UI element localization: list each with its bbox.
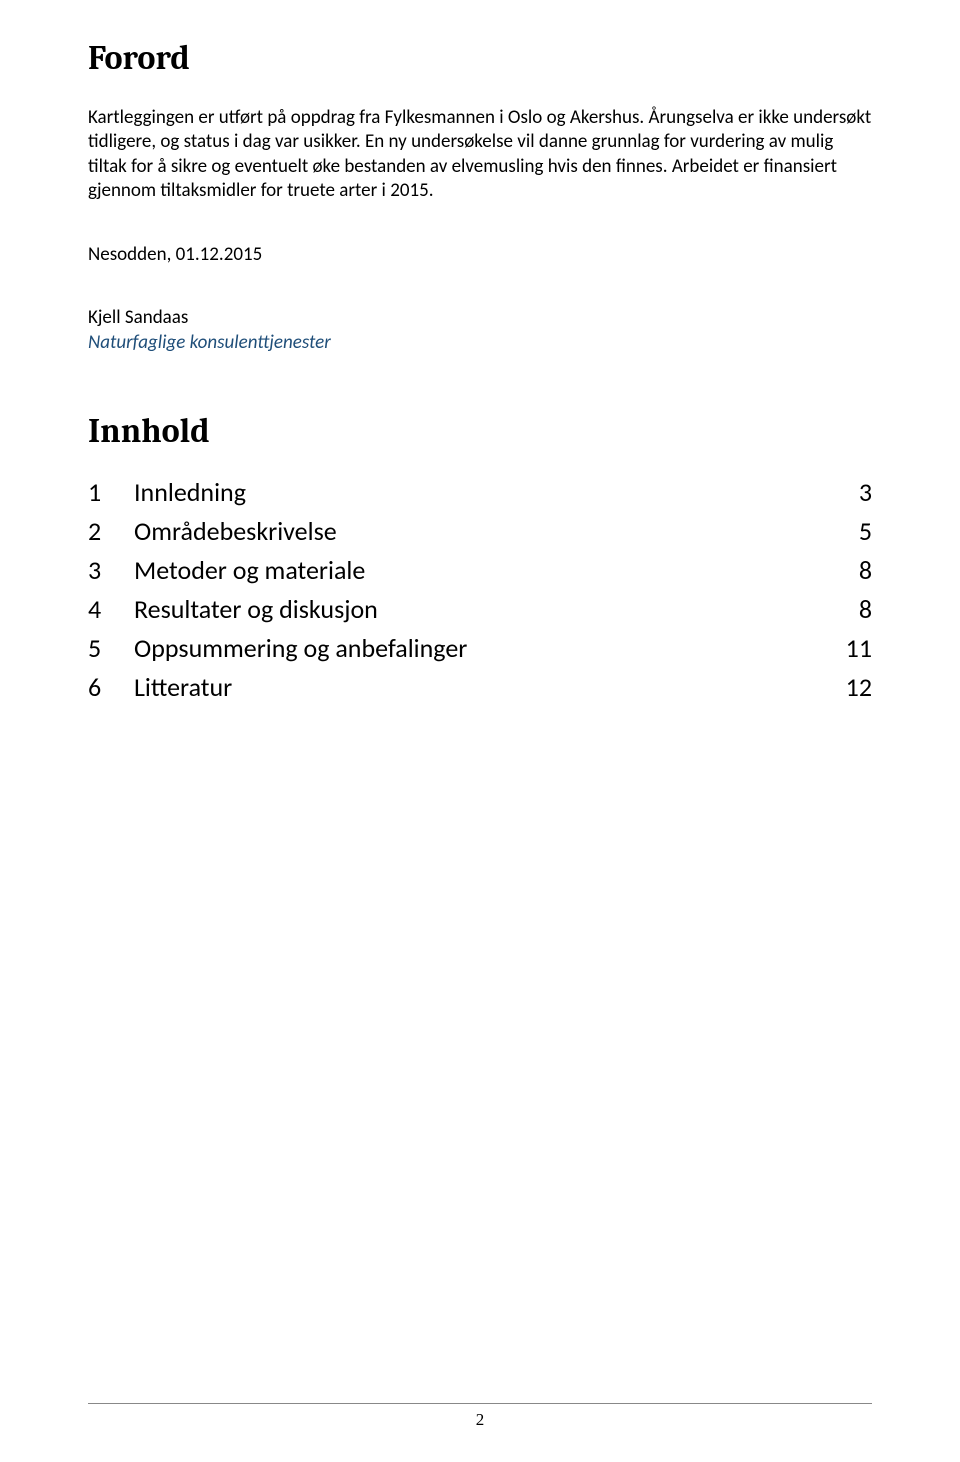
page-footer: 2 [88,1403,872,1430]
toc: 1 Innledning 3 2 Områdebeskrivelse 5 3 M… [88,473,872,707]
toc-row: 3 Metoder og materiale 8 [88,551,872,590]
toc-page: 11 [832,629,872,668]
toc-row: 6 Litteratur 12 [88,668,872,707]
toc-page: 8 [832,590,872,629]
toc-heading: Innhold [88,411,872,451]
toc-title: Innledning [134,473,832,512]
toc-row: 4 Resultater og diskusjon 8 [88,590,872,629]
toc-title: Områdebeskrivelse [134,512,832,551]
toc-num: 4 [88,590,134,629]
toc-num: 2 [88,512,134,551]
author-block: Kjell Sandaas Naturfaglige konsulenttjen… [88,306,872,355]
toc-page: 12 [832,668,872,707]
toc-title: Resultater og diskusjon [134,590,832,629]
toc-page: 5 [832,512,872,551]
author-name: Kjell Sandaas [88,306,872,330]
toc-num: 6 [88,668,134,707]
toc-title: Litteratur [134,668,832,707]
toc-page: 3 [832,473,872,512]
author-org: Naturfaglige konsulenttjenester [88,331,872,355]
toc-row: 2 Områdebeskrivelse 5 [88,512,872,551]
toc-row: 5 Oppsummering og anbefalinger 11 [88,629,872,668]
toc-page: 8 [832,551,872,590]
toc-title: Metoder og materiale [134,551,832,590]
toc-row: 1 Innledning 3 [88,473,872,512]
page: Forord Kartleggingen er utført på oppdra… [0,0,960,1462]
page-number: 2 [88,1410,872,1430]
toc-num: 3 [88,551,134,590]
footer-divider [88,1403,872,1404]
toc-num: 1 [88,473,134,512]
date-line: Nesodden, 01.12.2015 [88,243,872,266]
toc-title: Oppsummering og anbefalinger [134,629,832,668]
forord-heading: Forord [88,38,872,78]
forord-paragraph: Kartleggingen er utført på oppdrag fra F… [88,106,872,203]
toc-num: 5 [88,629,134,668]
